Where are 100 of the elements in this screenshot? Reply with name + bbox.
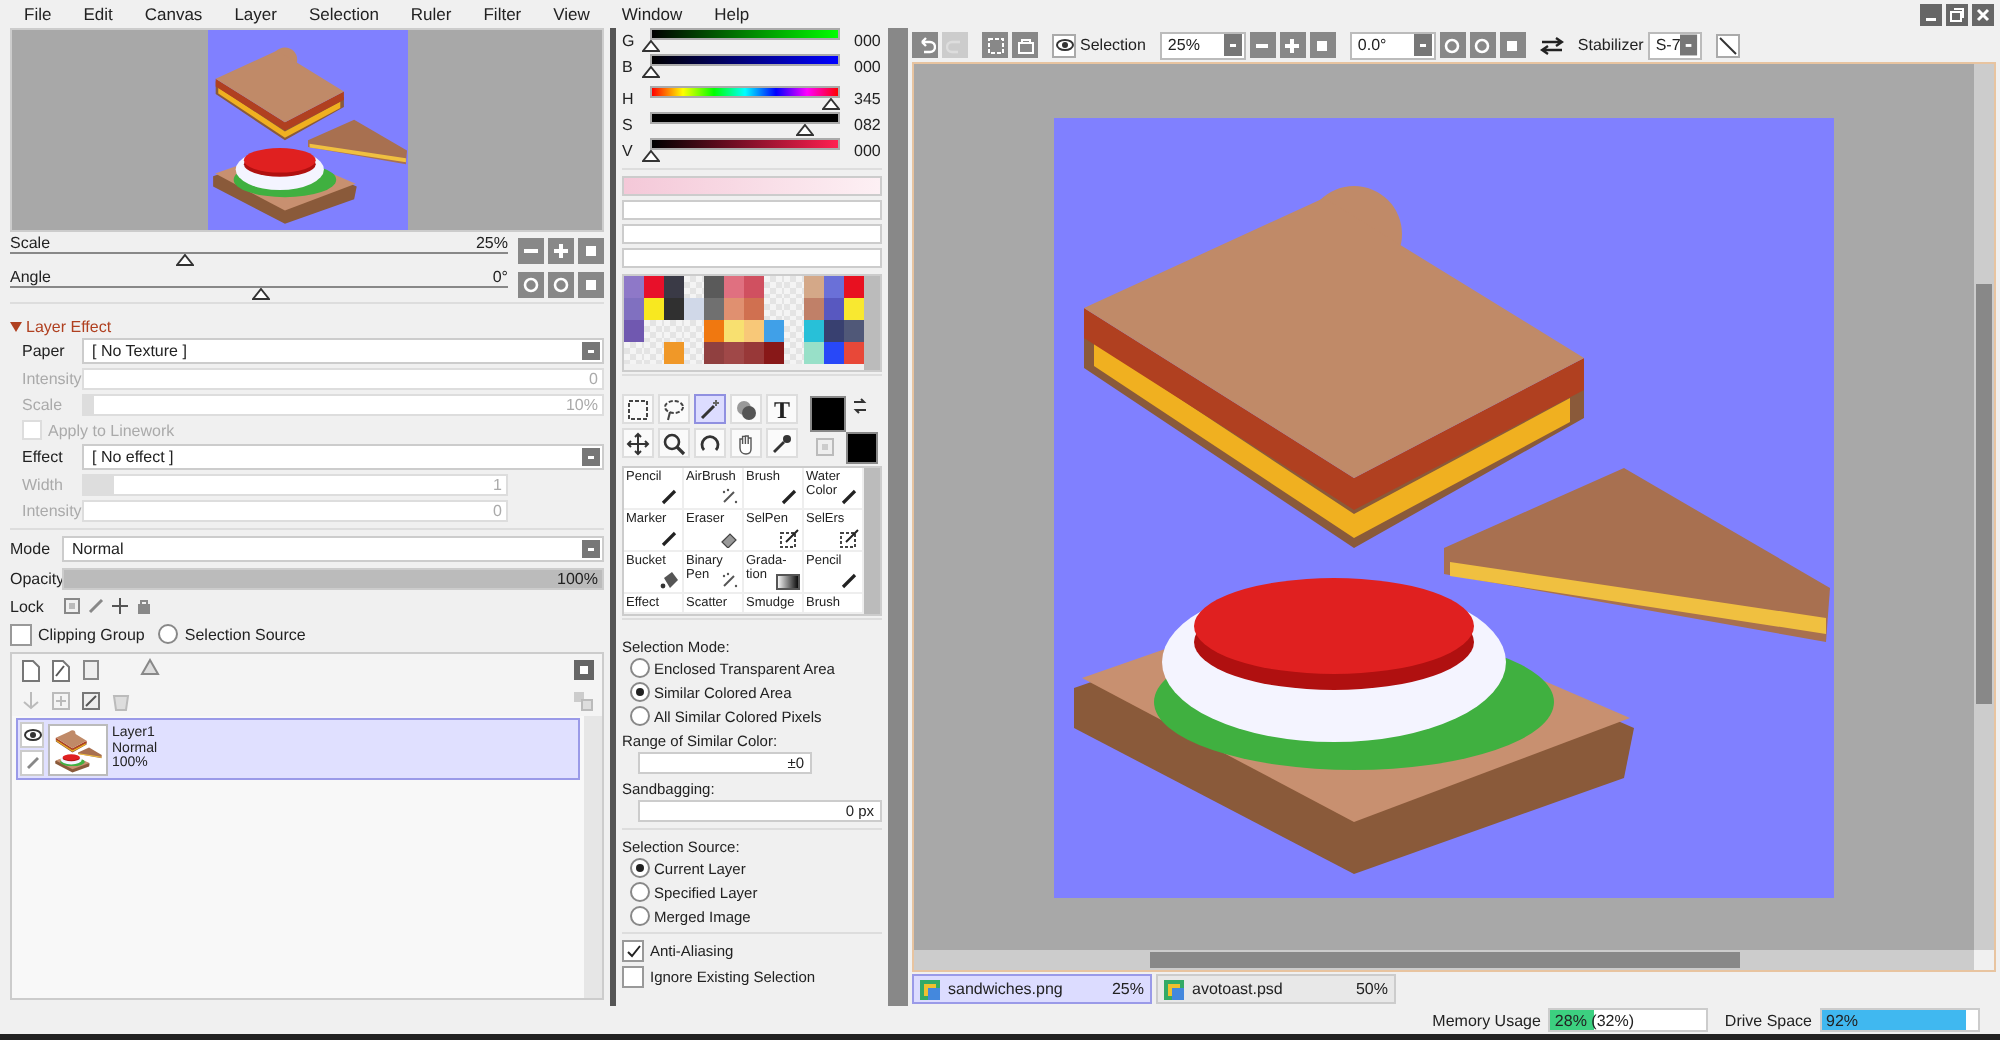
undo-button[interactable] bbox=[912, 32, 938, 58]
reset-angle-button[interactable] bbox=[578, 271, 604, 297]
color-swatch[interactable] bbox=[844, 298, 864, 320]
scrollbar[interactable] bbox=[1974, 64, 1994, 950]
color-swatch[interactable] bbox=[844, 342, 864, 364]
reset-angle-button[interactable] bbox=[1499, 32, 1526, 58]
selection-visibility-toggle[interactable] bbox=[1052, 33, 1076, 57]
color-mixer-bar[interactable] bbox=[622, 248, 882, 268]
menu-item[interactable]: Canvas bbox=[128, 4, 219, 24]
trash-icon[interactable] bbox=[110, 690, 132, 712]
minimize-icon[interactable] bbox=[1920, 3, 1942, 25]
color-swatch[interactable] bbox=[824, 342, 844, 364]
slider-thumb[interactable] bbox=[176, 254, 195, 266]
menu-item[interactable]: File bbox=[8, 4, 68, 24]
rotate-tool[interactable] bbox=[694, 428, 726, 458]
document-tab[interactable]: sandwiches.png 25% bbox=[912, 974, 1152, 1004]
radio-button[interactable] bbox=[630, 858, 650, 878]
angle-dropdown[interactable]: 0.0° bbox=[1349, 31, 1436, 59]
zoom-out-button[interactable] bbox=[1249, 32, 1276, 58]
color-swatch[interactable] bbox=[644, 298, 664, 320]
color-mixer-bar[interactable] bbox=[622, 176, 882, 196]
zoom-dropdown[interactable]: 25% bbox=[1159, 31, 1246, 59]
menu-item[interactable]: Filter bbox=[467, 4, 538, 24]
restore-icon[interactable] bbox=[1946, 3, 1968, 25]
merge-down-icon[interactable] bbox=[50, 690, 72, 712]
foreground-color-swatch[interactable] bbox=[810, 396, 846, 432]
hand-tool[interactable] bbox=[730, 428, 762, 458]
eyedropper-tool[interactable] bbox=[766, 428, 798, 458]
blend-mode-dropdown[interactable]: Normal bbox=[62, 536, 604, 562]
color-swatch[interactable] bbox=[804, 320, 824, 342]
color-swatch[interactable] bbox=[744, 342, 764, 364]
color-swatch[interactable] bbox=[704, 342, 724, 364]
menu-item[interactable]: Window bbox=[605, 4, 699, 24]
deselect-button[interactable] bbox=[982, 32, 1008, 58]
scrollbar[interactable] bbox=[864, 276, 880, 370]
color-swatch[interactable] bbox=[824, 320, 844, 342]
layer-options-icon[interactable] bbox=[574, 660, 594, 680]
scrollbar[interactable] bbox=[584, 716, 602, 998]
visibility-toggle[interactable] bbox=[20, 722, 44, 748]
reset-zoom-button[interactable] bbox=[1309, 32, 1336, 58]
color-swatch[interactable] bbox=[704, 276, 724, 298]
document-tab[interactable]: avotoast.psd 50% bbox=[1156, 974, 1396, 1004]
straight-line-toggle[interactable] bbox=[1715, 33, 1740, 57]
lasso-tool[interactable] bbox=[658, 394, 690, 424]
color-swatch[interactable] bbox=[804, 298, 824, 320]
color-swatch[interactable] bbox=[724, 342, 744, 364]
layer-link-icon[interactable] bbox=[572, 690, 594, 712]
color-swatch[interactable] bbox=[804, 276, 824, 298]
slider-thumb[interactable] bbox=[642, 66, 660, 78]
slider-thumb[interactable] bbox=[251, 288, 269, 300]
scrollbar[interactable] bbox=[864, 468, 880, 614]
radio-button[interactable] bbox=[630, 658, 650, 678]
invert-selection-button[interactable] bbox=[1012, 32, 1038, 58]
slider-thumb[interactable] bbox=[642, 40, 660, 52]
slider-thumb[interactable] bbox=[642, 150, 660, 162]
rect-select-tool[interactable] bbox=[622, 394, 654, 424]
color-swatch[interactable] bbox=[664, 276, 684, 298]
color-mixer-bar[interactable] bbox=[622, 224, 882, 244]
flip-horizontal-icon[interactable] bbox=[1539, 35, 1564, 55]
angle-slider[interactable] bbox=[10, 286, 508, 300]
rotate-left-button[interactable] bbox=[1439, 32, 1466, 58]
menu-item[interactable]: Ruler bbox=[394, 4, 468, 24]
lock-all-icon[interactable] bbox=[134, 596, 154, 616]
radio-button[interactable] bbox=[630, 682, 650, 702]
color-swatch[interactable] bbox=[844, 276, 864, 298]
magic-wand-tool[interactable] bbox=[694, 394, 726, 424]
color-swatch[interactable] bbox=[804, 342, 824, 364]
scrollbar[interactable] bbox=[914, 950, 1974, 970]
checkbox[interactable] bbox=[622, 940, 644, 962]
color-swatch[interactable] bbox=[744, 276, 764, 298]
zoom-in-button[interactable] bbox=[548, 237, 574, 263]
transfer-down-icon[interactable] bbox=[20, 690, 42, 712]
fill-tool[interactable] bbox=[730, 394, 762, 424]
color-swatch[interactable] bbox=[844, 320, 864, 342]
transparent-color-icon[interactable] bbox=[816, 438, 834, 456]
color-swatch[interactable] bbox=[704, 320, 724, 342]
stabilizer-dropdown[interactable]: S-7 bbox=[1647, 31, 1702, 59]
color-swatch[interactable] bbox=[744, 320, 764, 342]
effect-dropdown[interactable]: [ No effect ] bbox=[82, 444, 604, 470]
color-swatch[interactable] bbox=[824, 276, 844, 298]
color-swatch[interactable] bbox=[724, 320, 744, 342]
checkbox[interactable] bbox=[10, 623, 32, 645]
scrollbar[interactable] bbox=[888, 28, 908, 1006]
lock-move-icon[interactable] bbox=[110, 596, 130, 616]
clear-layer-icon[interactable] bbox=[80, 690, 102, 712]
move-tool[interactable] bbox=[622, 428, 654, 458]
radio-button[interactable] bbox=[630, 882, 650, 902]
scale-slider[interactable] bbox=[10, 252, 508, 266]
paper-dropdown[interactable]: [ No Texture ] bbox=[82, 338, 604, 364]
layer-effect-header[interactable]: Layer Effect bbox=[10, 318, 604, 336]
swap-colors-icon[interactable] bbox=[852, 398, 868, 414]
color-swatch[interactable] bbox=[724, 276, 744, 298]
lock-drawing-icon[interactable] bbox=[86, 596, 106, 616]
menu-item[interactable]: Selection bbox=[292, 4, 395, 24]
color-swatch[interactable] bbox=[724, 298, 744, 320]
radio-button[interactable] bbox=[158, 624, 179, 644]
zoom-tool[interactable] bbox=[658, 428, 690, 458]
color-swatch[interactable] bbox=[624, 320, 644, 342]
rotate-right-button[interactable] bbox=[1469, 32, 1496, 58]
checkbox[interactable] bbox=[622, 966, 644, 988]
